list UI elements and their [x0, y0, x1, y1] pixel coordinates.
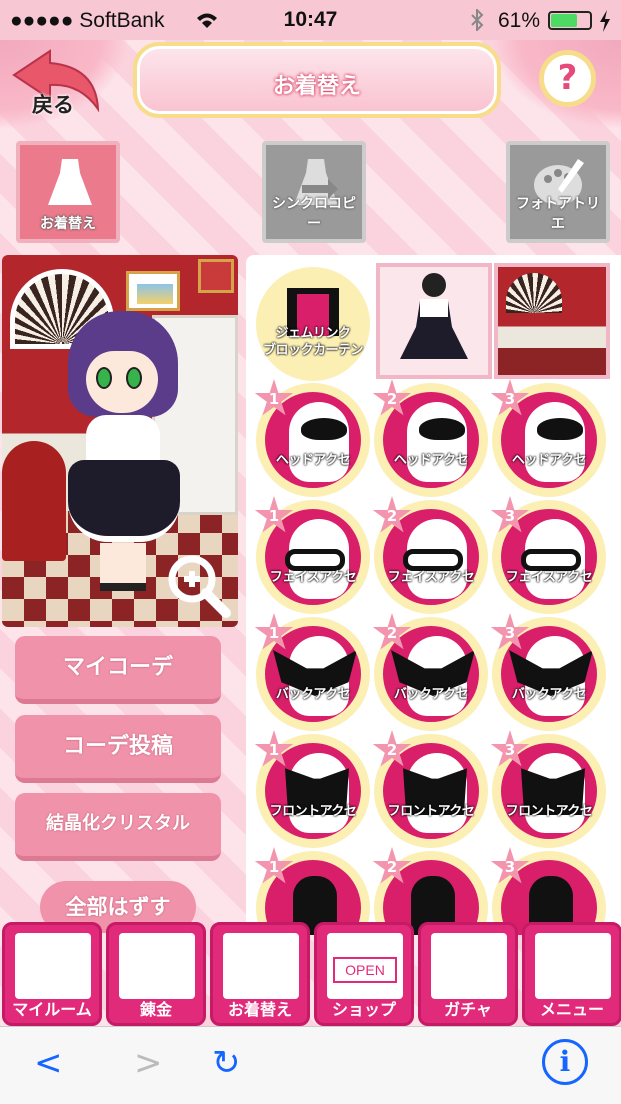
tab-label: お着替え: [40, 216, 96, 232]
item-grid: ジェムリンク ブロックカーテン 1 ヘッドアクセ 2 ヘッドアクセ 3 ヘッドアクセ 1 フェ…: [246, 255, 621, 935]
tab-sync-copy[interactable]: シンクロコピー: [262, 141, 366, 243]
battery-percent: 61%: [498, 9, 541, 32]
avatar-preview[interactable]: [2, 255, 238, 627]
slot-label: フロントアクセ: [269, 804, 357, 819]
info-button[interactable]: i: [542, 1039, 588, 1085]
dress-icon: [48, 159, 92, 205]
accessory-slot[interactable]: 1 フロントアクセ: [254, 730, 370, 848]
room-icon: [15, 933, 91, 999]
nav-shop[interactable]: OPEN ショップ: [314, 922, 414, 1026]
slot-label: フロントアクセ: [505, 804, 593, 819]
accessory-slot[interactable]: 1 フェイスアクセ: [254, 496, 370, 614]
outfit-thumbnail[interactable]: [376, 263, 492, 379]
nav-label: ショップ: [331, 1000, 396, 1019]
ribbon-icon: [419, 418, 465, 440]
painting: [126, 271, 180, 311]
tab-dress-up[interactable]: お着替え: [16, 141, 120, 243]
title-plate: お着替え: [133, 42, 501, 118]
slot-label: ヘッドアクセ: [275, 453, 351, 468]
menu-icon: [535, 933, 611, 999]
browser-toolbar: < > ↻ i: [0, 1026, 621, 1104]
back-button[interactable]: 戻る: [10, 45, 106, 119]
status-bar: ●●●●● SoftBank 10:47 61%: [0, 0, 621, 40]
open-sign: OPEN: [333, 957, 397, 983]
tab-photo-atelier[interactable]: フォトアトリエ: [506, 141, 610, 243]
slot-label: フェイスアクセ: [505, 570, 593, 585]
slot-label: フェイスアクセ: [387, 570, 475, 585]
tab-label: シンクロコピー: [272, 196, 356, 232]
reload-button[interactable]: ↻: [212, 1043, 241, 1083]
accessory-slot[interactable]: 2 バックアクセ: [372, 613, 488, 731]
slot-label: バックアクセ: [511, 687, 587, 702]
browser-forward-button[interactable]: >: [134, 1043, 163, 1083]
help-button[interactable]: ?: [539, 50, 596, 107]
gacha-icon: [431, 933, 507, 999]
help-icon: ?: [557, 58, 578, 98]
ribbon-icon: [301, 418, 347, 440]
page-title: お着替え: [272, 74, 361, 99]
outfit-preview-icon: [400, 273, 468, 359]
tab-label: フォトアトリエ: [516, 196, 600, 232]
crystallize-button[interactable]: 結晶化クリスタル: [15, 793, 221, 861]
armchair: [2, 441, 66, 561]
accessory-slot[interactable]: 3 フェイスアクセ: [490, 496, 606, 614]
nav-label: ガチャ: [444, 1000, 492, 1019]
curtain-item[interactable]: ジェムリンク ブロックカーテン: [256, 267, 370, 381]
slot-label: バックアクセ: [275, 687, 351, 702]
mannequin-icon: [407, 402, 467, 482]
dress-icon: [223, 933, 299, 999]
accessory-slot[interactable]: 3 フロントアクセ: [490, 730, 606, 848]
ring-icon: [119, 933, 195, 999]
slot-label: バックアクセ: [393, 687, 469, 702]
browser-back-button[interactable]: <: [34, 1043, 63, 1083]
avatar-legs: [100, 543, 146, 591]
accessory-slot[interactable]: 3 バックアクセ: [490, 613, 606, 731]
room-thumbnail[interactable]: [494, 263, 610, 379]
accessory-slot[interactable]: 3 ヘッドアクセ: [490, 379, 606, 497]
accessory-slot[interactable]: 2 フェイスアクセ: [372, 496, 488, 614]
shop-icon: OPEN: [327, 933, 403, 999]
bottom-navigation: マイルーム 錬金 お着替え OPEN ショップ ガチャ メニュー: [0, 922, 621, 1026]
nav-label: メニュー: [539, 1000, 604, 1019]
accessory-slot[interactable]: 1 ヘッドアクセ: [254, 379, 370, 497]
charging-icon: [600, 10, 610, 32]
curtain-label: ジェムリンク ブロックカーテン: [262, 326, 364, 358]
nav-room[interactable]: マイルーム: [2, 922, 102, 1026]
nav-menu[interactable]: メニュー: [522, 922, 621, 1026]
post-coordinate-button[interactable]: コーデ投稿: [15, 715, 221, 783]
slot-label: ヘッドアクセ: [393, 453, 469, 468]
accessory-slot[interactable]: 2 フロントアクセ: [372, 730, 488, 848]
battery-icon: [548, 11, 592, 30]
avatar-eye-left: [96, 367, 112, 389]
my-coordinate-button[interactable]: マイコーデ: [15, 636, 221, 704]
nav-ring[interactable]: 錬金: [106, 922, 206, 1026]
mannequin-icon: [289, 402, 349, 482]
back-label: 戻る: [32, 93, 74, 117]
mannequin-icon: [525, 402, 585, 482]
piano-painting: [198, 259, 234, 293]
ribbon-icon: [537, 418, 583, 440]
bluetooth-icon: [471, 9, 484, 31]
accessory-slot[interactable]: 1 バックアクセ: [254, 613, 370, 731]
nav-label: 錬金: [139, 1000, 172, 1019]
nav-label: マイルーム: [12, 1000, 92, 1019]
nav-label: お着替え: [227, 1000, 292, 1019]
accessory-slot[interactable]: 2 ヘッドアクセ: [372, 379, 488, 497]
zoom-icon[interactable]: [164, 551, 234, 621]
slot-label: ヘッドアクセ: [511, 453, 587, 468]
slot-label: フェイスアクセ: [269, 570, 357, 585]
nav-gacha[interactable]: ガチャ: [418, 922, 518, 1026]
nav-dress[interactable]: お着替え: [210, 922, 310, 1026]
avatar-dress: [68, 460, 180, 542]
slot-label: フロントアクセ: [387, 804, 475, 819]
avatar-eye-right: [126, 367, 142, 389]
